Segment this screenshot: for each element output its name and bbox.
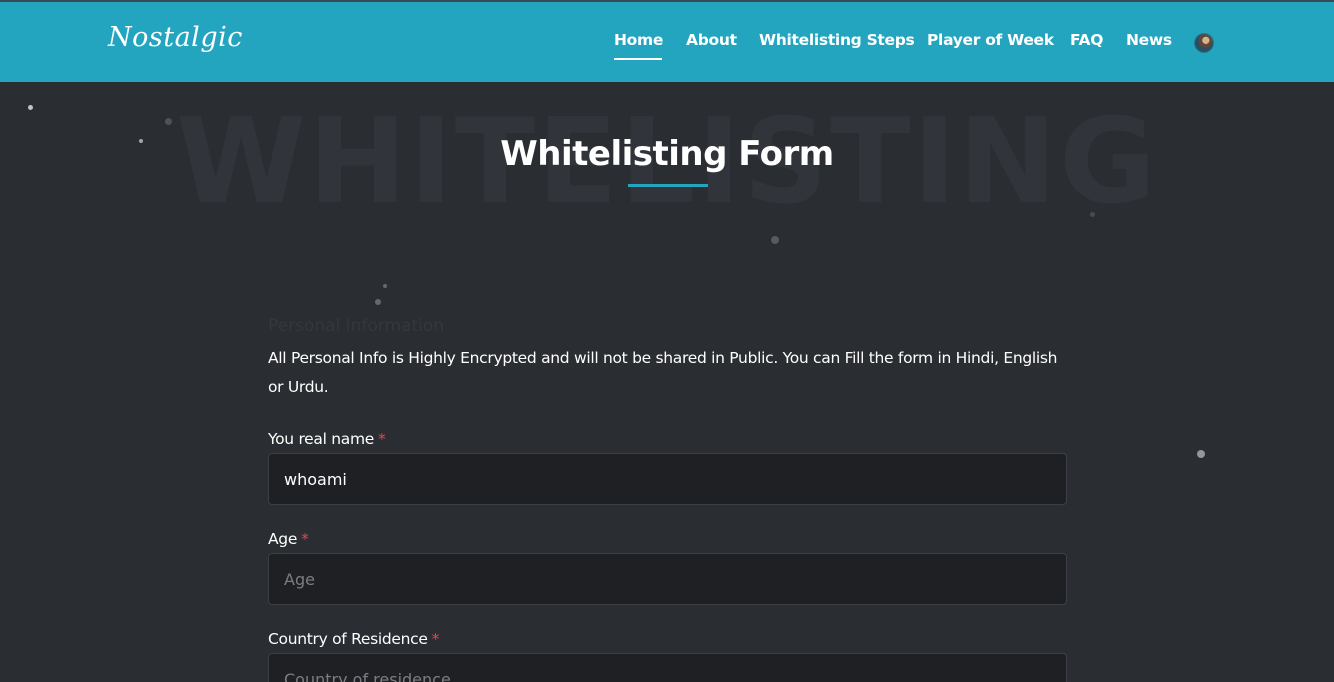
user-avatar-icon[interactable] [1194,33,1214,53]
nav-about[interactable]: About [686,31,737,49]
country-label: Country of Residence * [268,627,1067,651]
real-name-input[interactable] [268,453,1067,505]
section-heading: Personal Information [268,316,445,336]
snow-dot [771,236,779,244]
snow-dot [383,284,387,288]
nav-active-underline [614,58,662,60]
navbar: Nostalgic Home About Whitelisting Steps … [0,2,1334,82]
age-label: Age * [268,527,1067,551]
country-input[interactable] [268,653,1067,682]
form-group-real-name: You real name * [268,427,1067,505]
snow-dot [1197,450,1205,458]
nav-whitelisting-steps[interactable]: Whitelisting Steps [759,31,915,49]
required-mark: * [378,430,386,448]
nav-faq[interactable]: FAQ [1070,31,1103,49]
privacy-note: All Personal Info is Highly Encrypted an… [268,349,1058,396]
form-group-country: Country of Residence * [268,627,1067,682]
nav-player-of-week[interactable]: Player of Week [927,31,1054,49]
country-label-text: Country of Residence [268,630,428,648]
page: Nostalgic Home About Whitelisting Steps … [0,0,1334,682]
form-group-age: Age * [268,527,1067,605]
title-accent-line [628,184,708,187]
real-name-label-text: You real name [268,430,375,448]
whitelisting-form: Personal Information All Personal Info i… [268,312,1067,682]
age-input[interactable] [268,553,1067,605]
snow-dot [375,299,381,305]
brand-logo[interactable]: Nostalgic [108,22,243,53]
nav-news[interactable]: News [1126,31,1172,49]
page-title: Whitelisting Form [500,134,834,174]
nav-home[interactable]: Home [614,31,663,49]
real-name-label: You real name * [268,427,1067,451]
age-label-text: Age [268,530,298,548]
required-mark: * [431,630,440,648]
required-mark: * [301,530,309,548]
